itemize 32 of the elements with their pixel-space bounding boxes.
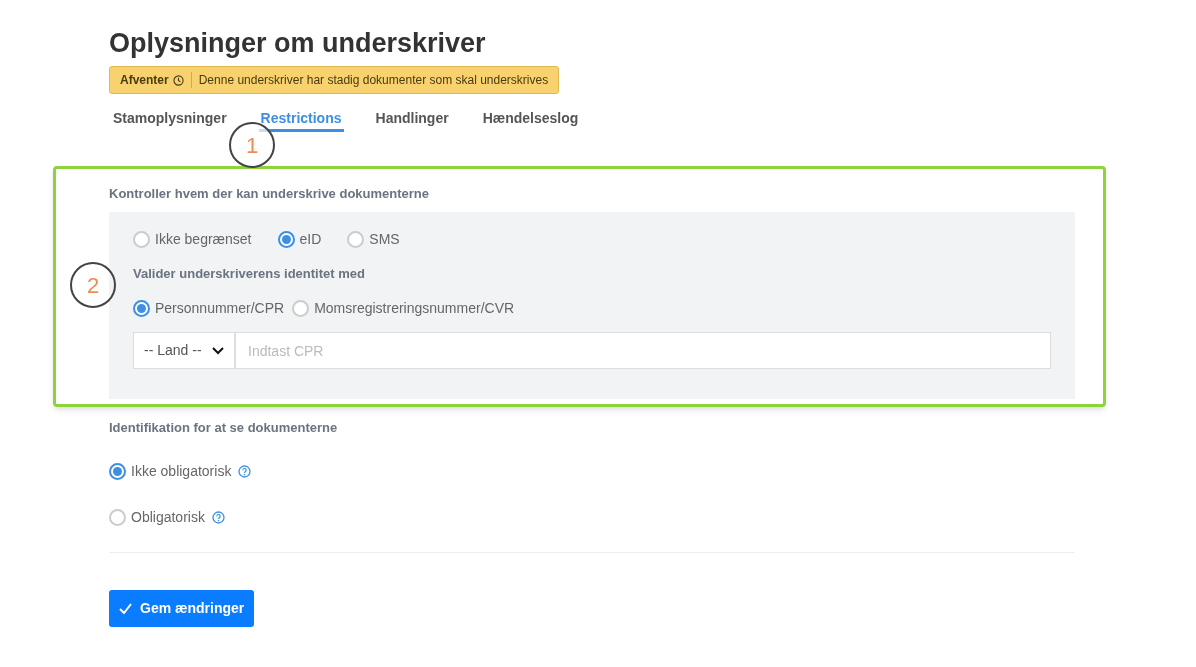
page-title: Oplysninger om underskriver <box>109 27 487 60</box>
radio-button[interactable] <box>109 463 126 480</box>
radio-label: Personnummer/CPR <box>155 298 285 318</box>
help-icon[interactable] <box>238 465 252 478</box>
radio-button[interactable] <box>277 231 295 248</box>
section-heading: Valider underskriverens identitet med <box>133 264 366 283</box>
radio-label: Ikke begrænset <box>155 230 252 249</box>
radio-button[interactable] <box>133 231 150 248</box>
checkmark-icon <box>119 603 132 614</box>
help-icon[interactable] <box>211 511 225 524</box>
cpr-input-field[interactable]: Indtast CPR <box>235 332 1051 369</box>
status-label: Afventer <box>120 72 169 89</box>
chevron-down-icon <box>212 346 224 355</box>
clock-icon <box>172 74 184 86</box>
country-select[interactable]: -- Land -- <box>133 332 235 369</box>
section-heading: Kontroller hvem der kan underskrive dokumenterne <box>109 185 431 203</box>
radio-label: Momsregistreringsnummer/CVR <box>314 298 515 318</box>
radio-button[interactable] <box>109 509 126 526</box>
callout-number: 1 <box>229 122 275 168</box>
radio-label: SMS <box>369 230 400 249</box>
tab[interactable]: Hændelseslog <box>482 108 579 132</box>
section-heading: Identifikation for at se dokumenterne <box>109 418 339 437</box>
radio-label: eID <box>299 230 322 249</box>
radio-button[interactable] <box>133 299 150 317</box>
radio-label: Obligatorisk <box>131 508 205 527</box>
save-button[interactable]: Gem ændringer <box>109 590 255 627</box>
status-message: Denne underskriver har stadig dokumenter som skal underskrives <box>198 72 549 89</box>
radio-label: Ikke obligatorisk <box>131 462 232 481</box>
radio-button[interactable] <box>292 299 310 317</box>
tab[interactable]: Handlinger <box>375 108 449 132</box>
radio-button[interactable] <box>347 231 365 248</box>
tab[interactable]: Stamoplysninger <box>113 108 227 132</box>
